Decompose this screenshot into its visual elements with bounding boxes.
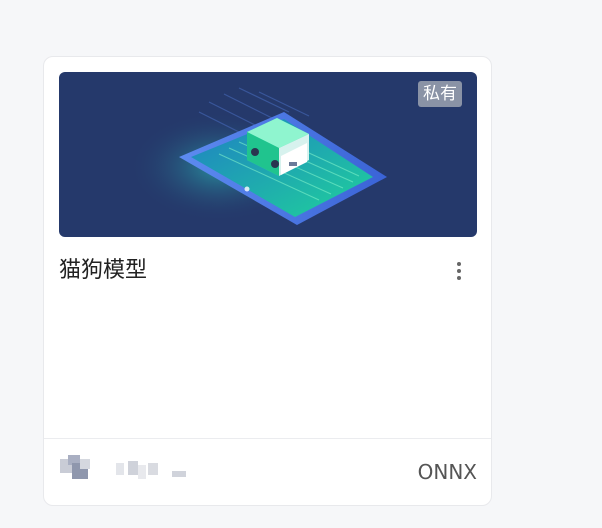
private-badge: 私有 — [418, 81, 462, 107]
model-title[interactable]: 猫狗模型 — [59, 256, 147, 286]
model-card[interactable]: 私有 猫狗模型 ONNX — [43, 56, 492, 506]
truck-on-tablet-illustration — [129, 87, 387, 225]
more-vertical-icon[interactable] — [448, 258, 470, 284]
card-divider — [44, 438, 491, 439]
owner-info[interactable] — [54, 453, 194, 487]
framework-label: ONNX — [417, 460, 477, 484]
blurred-avatar-icon — [60, 455, 186, 479]
model-cover-image: 私有 — [59, 72, 477, 237]
